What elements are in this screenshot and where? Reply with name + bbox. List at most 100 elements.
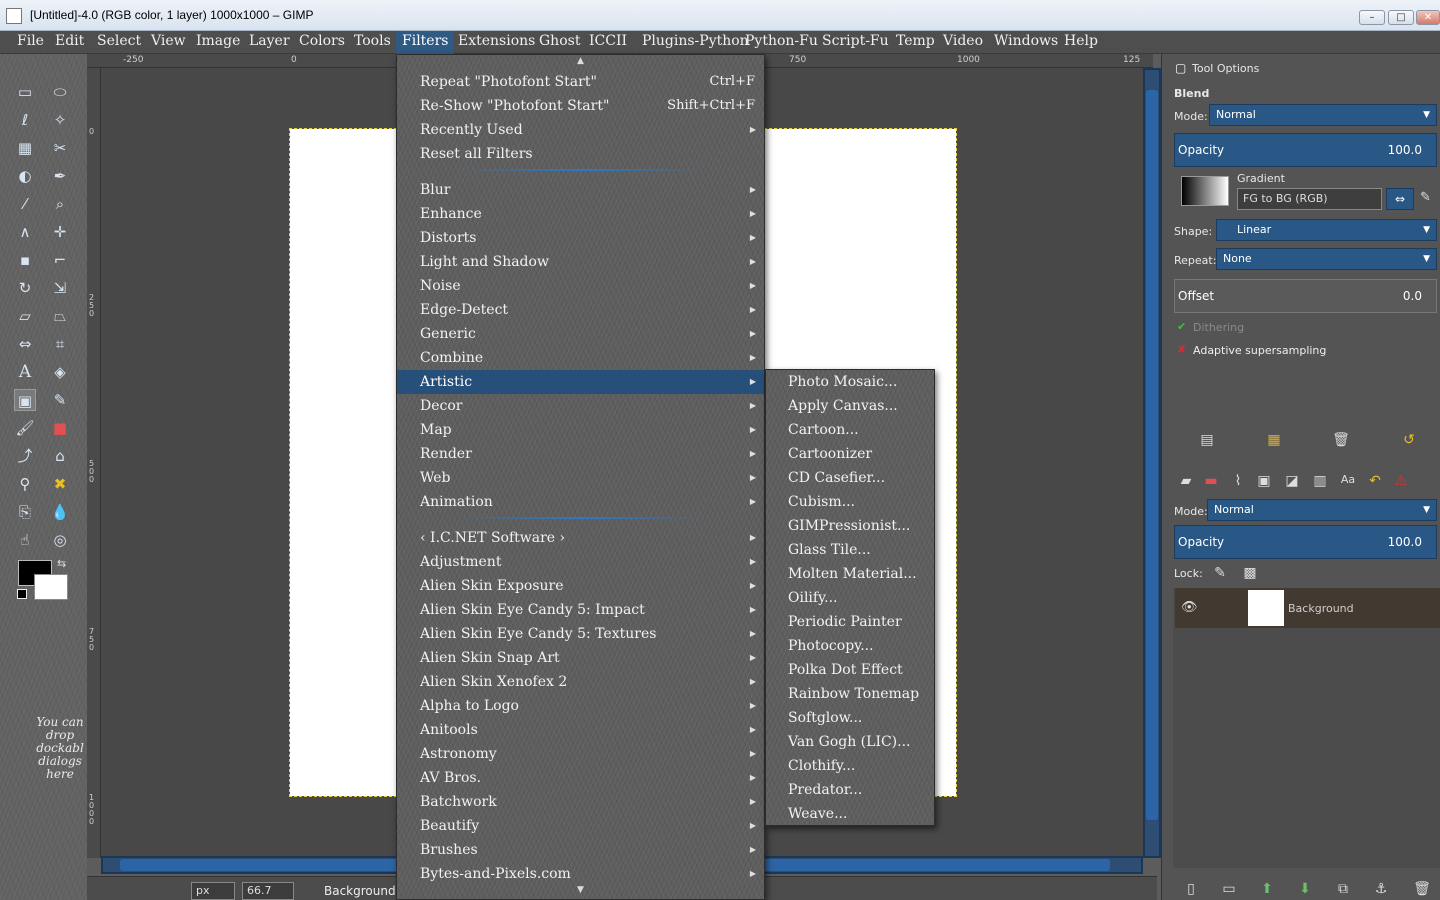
submenu-item-cartoon[interactable]: Cartoon... bbox=[766, 418, 934, 442]
layers-tab-icon[interactable]: ▰ bbox=[1176, 473, 1196, 489]
menu-item-alien-skin-exposure[interactable]: Alien Skin Exposure ▶ bbox=[397, 574, 764, 598]
fuzzy-select-icon[interactable]: ✧ bbox=[49, 109, 71, 131]
channels-tab-icon[interactable]: ▬ bbox=[1201, 473, 1221, 489]
eye-icon[interactable]: 👁 bbox=[1181, 600, 1198, 615]
menu-item-map[interactable]: Map ▶ bbox=[397, 418, 764, 442]
patterns-tab-icon[interactable]: ◪ bbox=[1282, 473, 1302, 489]
paths-icon[interactable]: ✒ bbox=[49, 165, 71, 187]
pencil-icon[interactable]: ✎ bbox=[49, 389, 71, 411]
gradient-preview[interactable] bbox=[1181, 176, 1229, 206]
shear-icon[interactable]: ▱ bbox=[14, 305, 36, 327]
paintbrush-icon[interactable]: 🖌 bbox=[14, 417, 36, 439]
layers-mode-combo[interactable]: Normal ▼ bbox=[1207, 499, 1437, 521]
submenu-item-oilify[interactable]: Oilify... bbox=[766, 586, 934, 610]
submenu-item-clothify[interactable]: Clothify... bbox=[766, 754, 934, 778]
gradients-tab-icon[interactable]: ▥ bbox=[1310, 473, 1330, 489]
check-icon[interactable]: ✔ bbox=[1177, 320, 1186, 333]
crop-icon[interactable]: ⌐ bbox=[49, 249, 71, 271]
perspective-icon[interactable]: ⏢ bbox=[49, 305, 71, 327]
menu-item-blur[interactable]: Blur ▶ bbox=[397, 178, 764, 202]
delete-preset-icon[interactable]: 🗑 bbox=[1331, 432, 1351, 448]
menu-item-decor[interactable]: Decor ▶ bbox=[397, 394, 764, 418]
offset-spinner[interactable]: Offset 0.0 bbox=[1174, 279, 1437, 313]
submenu-item-cd-casefier[interactable]: CD Casefier... bbox=[766, 466, 934, 490]
menu-item-adjustment[interactable]: Adjustment ▶ bbox=[397, 550, 764, 574]
menu-image[interactable]: Image bbox=[190, 31, 246, 54]
lasso-icon[interactable]: ℓ bbox=[14, 109, 36, 131]
lower-layer-icon[interactable]: ⬇ bbox=[1295, 881, 1315, 897]
move-icon[interactable]: ✛ bbox=[49, 221, 71, 243]
ruler-vertical[interactable]: 0 250 500 750 1000 bbox=[87, 68, 101, 858]
menu-item-enhance[interactable]: Enhance ▶ bbox=[397, 202, 764, 226]
zoom-field[interactable]: 66.7 bbox=[242, 882, 294, 900]
layers-opacity-spinner[interactable]: Opacity 100.0 bbox=[1174, 525, 1437, 559]
menu-edit[interactable]: Edit bbox=[49, 31, 90, 54]
heal-icon[interactable]: ✖ bbox=[49, 473, 71, 495]
menu-python-fu[interactable]: Python-Fu bbox=[739, 31, 824, 54]
blend-icon[interactable]: ▣ bbox=[14, 389, 36, 411]
menu-item-alien-skin-snap-art[interactable]: Alien Skin Snap Art ▶ bbox=[397, 646, 764, 670]
close-button[interactable]: ✕ bbox=[1416, 10, 1440, 25]
repeat-combo[interactable]: None ▼ bbox=[1216, 248, 1437, 270]
submenu-item-cubism[interactable]: Cubism... bbox=[766, 490, 934, 514]
menu-filters[interactable]: Filters bbox=[396, 31, 455, 54]
menu-item-alien-skin-xenofex-2[interactable]: Alien Skin Xenofex 2 ▶ bbox=[397, 670, 764, 694]
duplicate-layer-icon[interactable]: ⧉ bbox=[1333, 881, 1353, 897]
menu-item-combine[interactable]: Combine ▶ bbox=[397, 346, 764, 370]
submenu-item-periodic-painter[interactable]: Periodic Painter bbox=[766, 610, 934, 634]
menu-item-generic[interactable]: Generic ▶ bbox=[397, 322, 764, 346]
submenu-item-glass-tile[interactable]: Glass Tile... bbox=[766, 538, 934, 562]
fonts-tab-icon[interactable]: Aa bbox=[1338, 473, 1358, 486]
dodge-icon[interactable]: ◎ bbox=[49, 529, 71, 551]
rotate-icon[interactable]: ↻ bbox=[14, 277, 36, 299]
menu-item-beautify[interactable]: Beautify ▶ bbox=[397, 814, 764, 838]
menu-item-alpha-to-logo[interactable]: Alpha to Logo ▶ bbox=[397, 694, 764, 718]
menu-item-alien-skin-eye-candy-5-impact[interactable]: Alien Skin Eye Candy 5: Impact ▶ bbox=[397, 598, 764, 622]
new-group-icon[interactable]: ▭ bbox=[1219, 881, 1239, 897]
menu-item-edge-detect[interactable]: Edge-Detect ▶ bbox=[397, 298, 764, 322]
color-picker-icon[interactable]: ⁄ bbox=[14, 193, 36, 215]
menu-iccii[interactable]: ICCII bbox=[583, 31, 633, 54]
ink-icon[interactable]: ⌂ bbox=[49, 445, 71, 467]
menu-item-web[interactable]: Web ▶ bbox=[397, 466, 764, 490]
submenu-item-cartoonizer[interactable]: Cartoonizer bbox=[766, 442, 934, 466]
menu-item-i-c-net-software[interactable]: ‹ I.C.NET Software › ▶ bbox=[397, 526, 764, 550]
submenu-item-softglow[interactable]: Softglow... bbox=[766, 706, 934, 730]
scissors-icon[interactable]: ✂ bbox=[49, 137, 71, 159]
undo-history-tab-icon[interactable]: ↶ bbox=[1365, 473, 1385, 489]
clone-icon[interactable]: ⚲ bbox=[14, 473, 36, 495]
brushes-tab-icon[interactable]: ▣ bbox=[1254, 473, 1274, 489]
new-layer-icon[interactable]: ▯ bbox=[1181, 881, 1201, 897]
lock-pixels-icon[interactable]: ✎ bbox=[1210, 565, 1230, 581]
perspective-clone-icon[interactable]: ⎘ bbox=[14, 501, 36, 523]
submenu-item-predator[interactable]: Predator... bbox=[766, 778, 934, 802]
mode-combo[interactable]: Normal ▼ bbox=[1209, 104, 1437, 126]
scroll-up-icon[interactable]: ▲ bbox=[397, 56, 764, 66]
menu-item-light-and-shadow[interactable]: Light and Shadow ▶ bbox=[397, 250, 764, 274]
flip-icon[interactable]: ⇔ bbox=[14, 333, 36, 355]
submenu-item-photo-mosaic[interactable]: Photo Mosaic... bbox=[766, 370, 934, 394]
menu-video[interactable]: Video bbox=[937, 31, 989, 54]
submenu-item-molten-material[interactable]: Molten Material... bbox=[766, 562, 934, 586]
menu-temp[interactable]: Temp bbox=[890, 31, 941, 54]
menu-view[interactable]: View bbox=[145, 31, 192, 54]
menu-item-recently-used[interactable]: Recently Used ▶ bbox=[397, 118, 764, 142]
menu-item-av-bros[interactable]: AV Bros. ▶ bbox=[397, 766, 764, 790]
menu-item-astronomy[interactable]: Astronomy ▶ bbox=[397, 742, 764, 766]
anchor-icon[interactable]: ⚓ bbox=[1371, 881, 1391, 897]
zoom-icon[interactable]: ⌕ bbox=[49, 193, 71, 215]
menu-plugins-python[interactable]: Plugins-Python bbox=[636, 31, 755, 54]
cross-icon[interactable]: ✘ bbox=[1177, 343, 1186, 356]
default-colors-icon[interactable] bbox=[17, 589, 27, 599]
menu-script-fu[interactable]: Script-Fu bbox=[816, 31, 895, 54]
edit-icon[interactable]: ✎ bbox=[1420, 190, 1431, 205]
menu-item-distorts[interactable]: Distorts ▶ bbox=[397, 226, 764, 250]
maximize-button[interactable]: □ bbox=[1388, 10, 1414, 25]
warning-icon[interactable]: ⚠ bbox=[1391, 473, 1411, 489]
scale-icon[interactable]: ⇲ bbox=[49, 277, 71, 299]
vertical-scroll-thumb[interactable] bbox=[1146, 90, 1158, 820]
menu-item-batchwork[interactable]: Batchwork ▶ bbox=[397, 790, 764, 814]
background-color-swatch[interactable] bbox=[34, 574, 68, 600]
ellipse-select-icon[interactable]: ⬭ bbox=[49, 81, 71, 103]
menu-item-reset-filters[interactable]: Reset all Filters bbox=[397, 142, 764, 166]
